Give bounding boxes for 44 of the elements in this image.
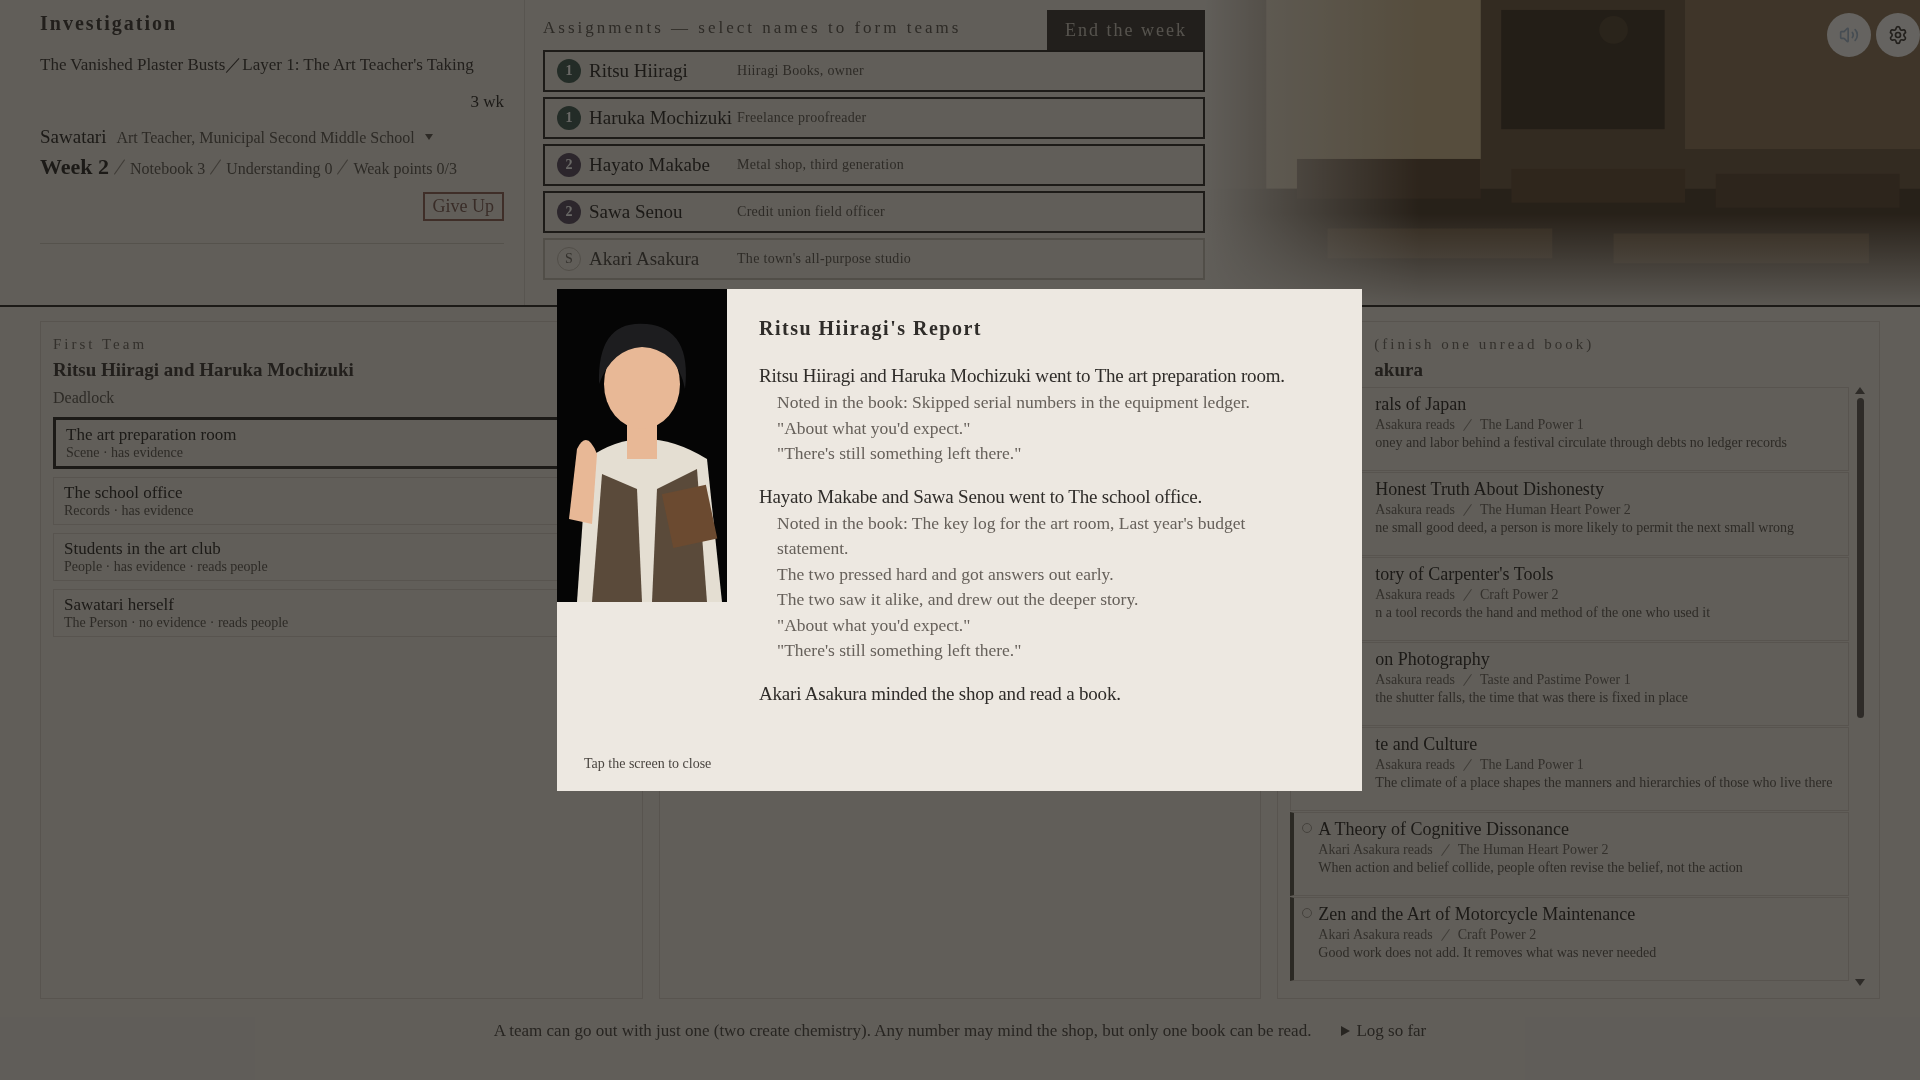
book-title: Honest Truth About Dishonesty bbox=[1375, 479, 1605, 500]
close-hint: Tap the screen to close bbox=[583, 756, 713, 773]
book-title: A Theory of Cognitive Dissonance bbox=[1318, 819, 1570, 840]
speaker-icon bbox=[1839, 25, 1859, 45]
report-detail: "About what you'd expect." bbox=[776, 416, 972, 440]
book-title: tory of Carpenter's Tools bbox=[1375, 564, 1555, 585]
shop-member: akura bbox=[1374, 359, 1424, 381]
book-title: te and Culture bbox=[1375, 734, 1479, 755]
team-badge: 1 bbox=[557, 59, 581, 83]
dialog-title: Ritsu Hiiragi's Report bbox=[759, 317, 983, 340]
report-detail: Noted in the book: The key log for the art room, Last year's budget statement. bbox=[776, 511, 1247, 560]
team-badge: 1 bbox=[557, 106, 581, 130]
scrollbar-thumb[interactable] bbox=[1856, 398, 1864, 718]
caret-icon[interactable] bbox=[424, 134, 433, 140]
time-left: 3 wk bbox=[470, 92, 504, 112]
log-toggle[interactable]: Log so far bbox=[1341, 1021, 1427, 1041]
report-detail: The two saw it alike, and drew out the deeper story. bbox=[776, 588, 1140, 611]
report-line: Hayato Makabe and Sawa Senou went to The school office. bbox=[759, 484, 1204, 509]
disclosure-icon bbox=[1341, 1026, 1351, 1036]
report-detail: "There's still something left there." bbox=[776, 442, 1023, 465]
week-label: Week 2 bbox=[40, 154, 110, 180]
case-title: The Vanished Plaster Busts／Layer 1: The Art Teacher's Taking bbox=[40, 54, 475, 76]
scroll-down-icon[interactable] bbox=[1855, 979, 1865, 986]
report-detail: "There's still something left there." bbox=[776, 639, 1023, 662]
suspect-name: Sawatari bbox=[40, 126, 107, 148]
team-badge: 2 bbox=[557, 153, 581, 177]
team-members: Ritsu Hiiragi and Haruka Mochizuki bbox=[53, 359, 355, 381]
book-title: Zen and the Art of Motorcycle Maintenance bbox=[1318, 904, 1637, 925]
panel-title: Investigation bbox=[40, 12, 179, 35]
person-name: Sawa Senou bbox=[589, 201, 684, 223]
person-name: Hayato Makabe bbox=[589, 154, 711, 176]
book-title: on Photography bbox=[1375, 649, 1491, 670]
report-detail: The two pressed hard and got answers out early. bbox=[776, 562, 1115, 586]
person-name: Ritsu Hiiragi bbox=[589, 60, 689, 82]
report-line: Akari Asakura minded the shop and read a book. bbox=[759, 681, 1122, 706]
book-title: rals of Japan bbox=[1375, 394, 1468, 415]
team-badge: 2 bbox=[557, 200, 581, 224]
report-detail: "About what you'd expect." bbox=[776, 613, 972, 637]
settings-icon bbox=[1888, 25, 1908, 45]
scroll-up-icon[interactable] bbox=[1855, 387, 1865, 394]
person-name: Akari Asakura bbox=[589, 248, 701, 270]
report-line: Ritsu Hiiragi and Haruka Mochizuki went to The art preparation room. bbox=[759, 364, 1286, 388]
rules-hint: A team can go out with just one (two create chemistry). Any number may mind the shop, but only one book can be read. bbox=[493, 1021, 1312, 1041]
report-detail: Noted in the book: Skipped serial numbers in the equipment ledger. bbox=[776, 391, 1251, 414]
